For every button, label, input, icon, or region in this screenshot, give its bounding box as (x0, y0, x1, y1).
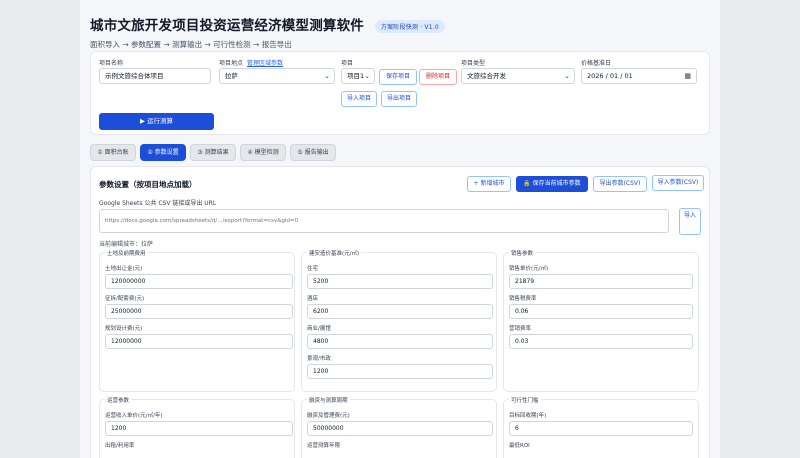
google-sheets-import-button[interactable]: 导入 (679, 208, 701, 235)
panel-feasibility-threshold: 可行性门槛 目标回收期(年) 6 最低ROI (503, 396, 699, 458)
panel-cost-legend: 建安造价基准(元/㎡) (307, 249, 362, 257)
panel-sales-params: 销售参数 销售单价(元/㎡) 21879 销售税费率 0.06 营销费率 0.0… (503, 249, 699, 392)
calendar-icon[interactable]: ▦ (684, 69, 691, 83)
app-title: 城市文旅开发项目投资运营经济模型测算软件 方案阶段快测 · V1.0 (90, 14, 710, 34)
google-sheets-label: Google Sheets 公共 CSV 链接或导出 URL (99, 200, 217, 207)
payback-period-input[interactable]: 6 (509, 421, 693, 436)
save-city-params-button[interactable]: 🔒 保存当前城市参数 (516, 176, 588, 192)
tab-area-ledger[interactable]: ① 面积台账 (90, 144, 136, 161)
project-select-value: 项目1 (347, 72, 365, 80)
base-date-input[interactable]: 2026 / 01 / 01 ▦ (581, 68, 697, 84)
payback-period-label: 目标回收期(年) (509, 413, 547, 419)
project-form-card: 项目名称 示例文旅综合体项目 项目地点 管理区域参数 拉萨 ⌄ 项目 项目1 ⌄ 保存… (90, 51, 710, 135)
base-date-value: 2026 / 01 / 01 (587, 72, 633, 80)
sales-tax-rate-label: 销售税费率 (509, 296, 537, 302)
design-fee-label: 规划设计费(元) (105, 326, 143, 332)
project-type-label: 项目类型 (461, 60, 486, 67)
operation-years-label: 运营测算年限 (307, 443, 341, 449)
finance-fee-input[interactable]: 50000000 (307, 421, 493, 436)
panel-finance-period: 融资与测算周期 融资及管理费(元) 50000000 运营测算年限 (301, 396, 497, 458)
panel-sales-legend: 销售参数 (509, 249, 536, 257)
hotel-cost-input[interactable]: 6200 (307, 304, 493, 319)
export-project-button[interactable]: 导出项目 (381, 91, 417, 107)
sales-tax-rate-input[interactable]: 0.06 (509, 304, 693, 319)
panel-finance-legend: 融资与测算周期 (307, 396, 350, 404)
import-project-button[interactable]: 导入项目 (341, 91, 377, 107)
google-sheets-url-input[interactable]: https://docs.google.com/spreadsheets/d/.… (99, 209, 669, 233)
marketing-rate-label: 营销费率 (509, 326, 532, 332)
demolition-fee-label: 征拆/配套费(元) (105, 296, 145, 302)
workflow-subtitle: 面积导入 → 参数配置 → 测算输出 → 可行性检测 → 报告导出 (90, 40, 292, 49)
app-title-text: 城市文旅开发项目投资运营经济模型测算软件 (90, 18, 364, 34)
project-type-value: 文旅综合开发 (467, 72, 506, 80)
sales-price-input[interactable]: 21879 (509, 274, 693, 289)
operating-income-input[interactable]: 1200 (105, 421, 293, 436)
commercial-cost-label: 商业/展馆 (307, 326, 331, 332)
import-params-csv-button[interactable]: 导入参数(CSV) (652, 175, 704, 191)
panel-land-costs: 土地及前期费用 土地出让金(元) 120000000 征拆/配套费(元) 250… (99, 249, 295, 392)
tab-calculation-results[interactable]: ③ 测算结果 (190, 144, 236, 161)
commercial-cost-input[interactable]: 4800 (307, 334, 493, 349)
occupancy-rate-label: 出租/利用率 (105, 443, 135, 449)
tab-parameter-settings[interactable]: ② 参数设置 (140, 144, 186, 161)
location-label: 项目地点 管理区域参数 (219, 58, 283, 67)
landscape-cost-input[interactable]: 1200 (307, 364, 493, 379)
panel-ops-legend: 运营参数 (105, 396, 132, 404)
tab-model-check[interactable]: ④ 模型检测 (240, 144, 286, 161)
residential-cost-input[interactable]: 5200 (307, 274, 493, 289)
manage-region-link[interactable]: 管理区域参数 (247, 60, 283, 67)
project-name-input[interactable]: 示例文旅综合体项目 (99, 68, 211, 84)
tab-report-output[interactable]: ⑤ 报告输出 (290, 144, 336, 161)
chevron-down-icon: ⌄ (364, 72, 370, 80)
export-params-csv-button[interactable]: 导出参数(CSV) (593, 176, 647, 192)
panel-construction-cost: 建安造价基准(元/㎡) 住宅 5200 酒店 6200 商业/展馆 4800 景… (301, 249, 497, 392)
marketing-rate-input[interactable]: 0.03 (509, 334, 693, 349)
location-select[interactable]: 拉萨 ⌄ (219, 68, 335, 84)
delete-project-button[interactable]: 删除项目 (419, 69, 457, 85)
land-fee-input[interactable]: 120000000 (105, 274, 293, 289)
sales-price-label: 销售单价(元/㎡) (509, 266, 549, 272)
project-type-select[interactable]: 文旅综合开发 ⌄ (461, 68, 575, 84)
base-date-label: 价格基准日 (581, 60, 612, 67)
demolition-fee-input[interactable]: 25000000 (105, 304, 293, 319)
landscape-cost-label: 景观/市政 (307, 356, 331, 362)
location-select-value: 拉萨 (225, 72, 238, 80)
parameter-section-title: 参数设置（按项目地点加载） (99, 180, 197, 189)
min-roi-label: 最低ROI (509, 443, 530, 449)
panel-feasibility-legend: 可行性门槛 (509, 396, 541, 404)
panel-land-legend: 土地及前期费用 (105, 249, 148, 257)
operating-income-label: 运营收入单价(元/㎡/年) (105, 413, 163, 419)
current-city-label: 当前编辑城市：拉萨 (99, 241, 154, 248)
project-select[interactable]: 项目1 ⌄ (341, 68, 375, 84)
add-city-button[interactable]: + 新增城市 (467, 176, 511, 192)
chevron-down-icon: ⌄ (564, 72, 570, 80)
app-page: 城市文旅开发项目投资运营经济模型测算软件 方案阶段快测 · V1.0 面积导入 … (80, 0, 720, 458)
version-badge: 方案阶段快测 · V1.0 (374, 19, 445, 33)
save-project-button[interactable]: 保存项目 (379, 69, 417, 85)
run-calculation-button[interactable]: ▶ 运行测算 (99, 113, 214, 130)
chevron-down-icon: ⌄ (324, 72, 330, 80)
design-fee-input[interactable]: 12000000 (105, 334, 293, 349)
finance-fee-label: 融资及管理费(元) (307, 413, 350, 419)
residential-cost-label: 住宅 (307, 266, 319, 272)
location-label-text: 项目地点 (219, 60, 244, 67)
app-header: 城市文旅开发项目投资运营经济模型测算软件 方案阶段快测 · V1.0 面积导入 … (90, 14, 710, 50)
parameter-settings-card: 参数设置（按项目地点加载） + 新增城市 🔒 保存当前城市参数 导出参数(CSV… (90, 166, 710, 458)
land-fee-label: 土地出让金(元) (105, 266, 143, 272)
project-name-label: 项目名称 (99, 60, 124, 67)
hotel-cost-label: 酒店 (307, 296, 319, 302)
panel-operation-params: 运营参数 运营收入单价(元/㎡/年) 1200 出租/利用率 (99, 396, 295, 458)
project-label: 项目 (341, 60, 354, 67)
